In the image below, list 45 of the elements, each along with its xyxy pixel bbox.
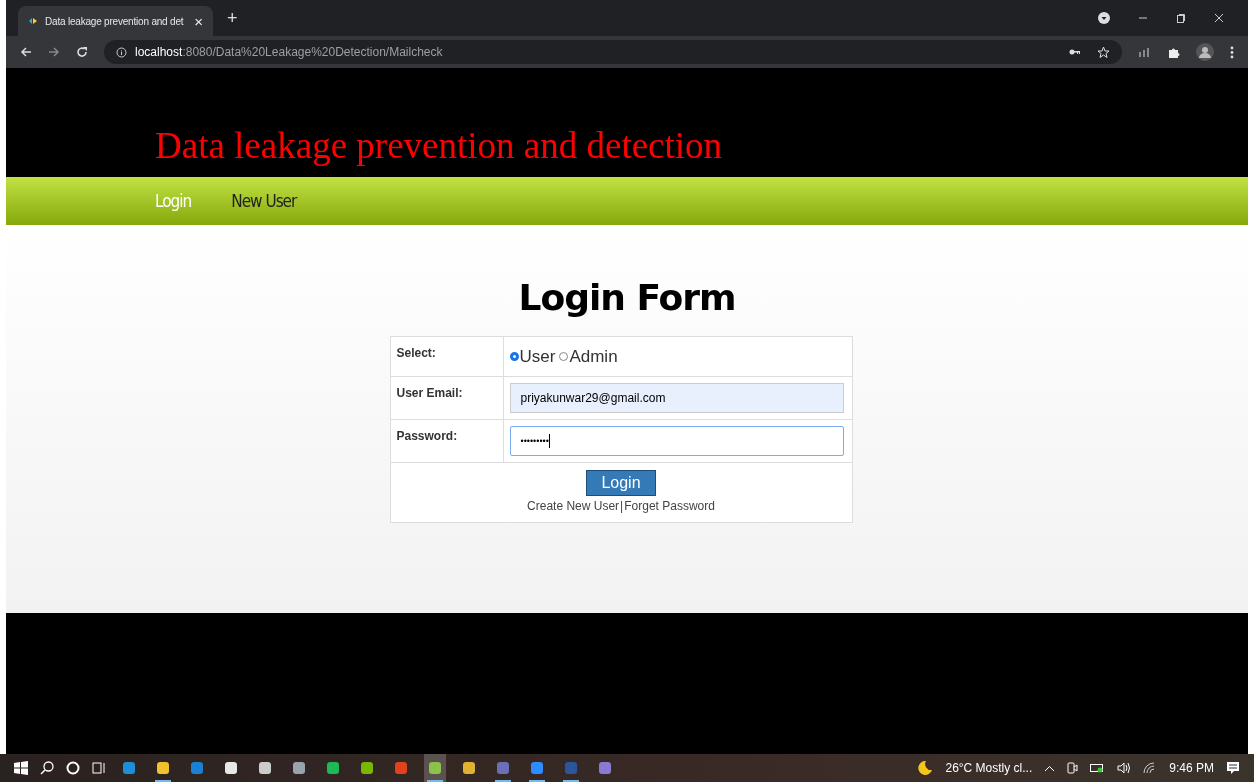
moon-icon — [917, 760, 934, 776]
link-separator: | — [620, 499, 624, 513]
clock-text[interactable]: 9:46 PM — [1169, 761, 1214, 775]
forward-icon[interactable] — [48, 46, 60, 58]
speaker-icon[interactable] — [1117, 762, 1132, 774]
key-icon[interactable] — [1069, 48, 1081, 56]
cortana-icon[interactable] — [66, 761, 80, 775]
back-icon[interactable] — [20, 46, 32, 58]
site-title: Data leakage prevention and detection — [155, 124, 723, 167]
tab-title: Data leakage prevention and det — [45, 15, 185, 27]
password-field[interactable]: ••••••••• — [509, 426, 844, 456]
nav-link[interactable]: New User — [231, 191, 297, 211]
radio-label: Admin — [569, 346, 618, 367]
create-user-link[interactable]: Create New User — [527, 499, 620, 513]
search-icon[interactable] — [40, 761, 54, 775]
address-bar[interactable]: localhost:8080/Data%20Leakage%20Detection/Mailcheck — [104, 40, 1122, 64]
restore-icon[interactable] — [1176, 13, 1186, 23]
url-text: localhost:8080/Data%20Leakage%20Detection/Mailcheck — [135, 45, 443, 59]
notification-icon[interactable] — [1226, 761, 1240, 775]
reload-icon[interactable] — [76, 46, 88, 58]
field-label: Password: — [396, 429, 458, 443]
chart-icon[interactable] — [1138, 46, 1151, 58]
profile-avatar-icon[interactable] — [1196, 43, 1214, 61]
star-icon[interactable] — [1097, 45, 1110, 59]
field-label: Select: — [396, 346, 436, 360]
email-field[interactable]: priyakunwar29@gmail.com — [509, 383, 844, 413]
task-view-icon[interactable] — [92, 761, 106, 775]
new-tab-button[interactable]: + — [227, 7, 238, 29]
login-button[interactable]: Login — [586, 470, 656, 496]
tab-close-button[interactable]: × — [194, 12, 203, 30]
tab-search-icon[interactable] — [1098, 12, 1110, 24]
forget-password-link[interactable]: Forget Password — [624, 499, 715, 513]
info-icon — [116, 46, 127, 58]
windows-start-icon[interactable] — [14, 761, 28, 775]
favicon-icon — [28, 16, 38, 26]
radio-label: User — [519, 346, 556, 367]
browser-tab[interactable]: Data leakage prevention and det × — [18, 6, 213, 36]
close-icon[interactable] — [1214, 13, 1224, 23]
weather-text[interactable]: 26°C Mostly cl... — [945, 761, 1033, 775]
battery-icon[interactable] — [1090, 763, 1106, 773]
chevron-up-icon[interactable] — [1044, 764, 1056, 772]
field-label: User Email: — [396, 386, 463, 400]
menu-icon[interactable] — [1230, 45, 1234, 59]
form-heading: Login Form — [518, 277, 736, 318]
radio-button[interactable] — [509, 352, 519, 361]
